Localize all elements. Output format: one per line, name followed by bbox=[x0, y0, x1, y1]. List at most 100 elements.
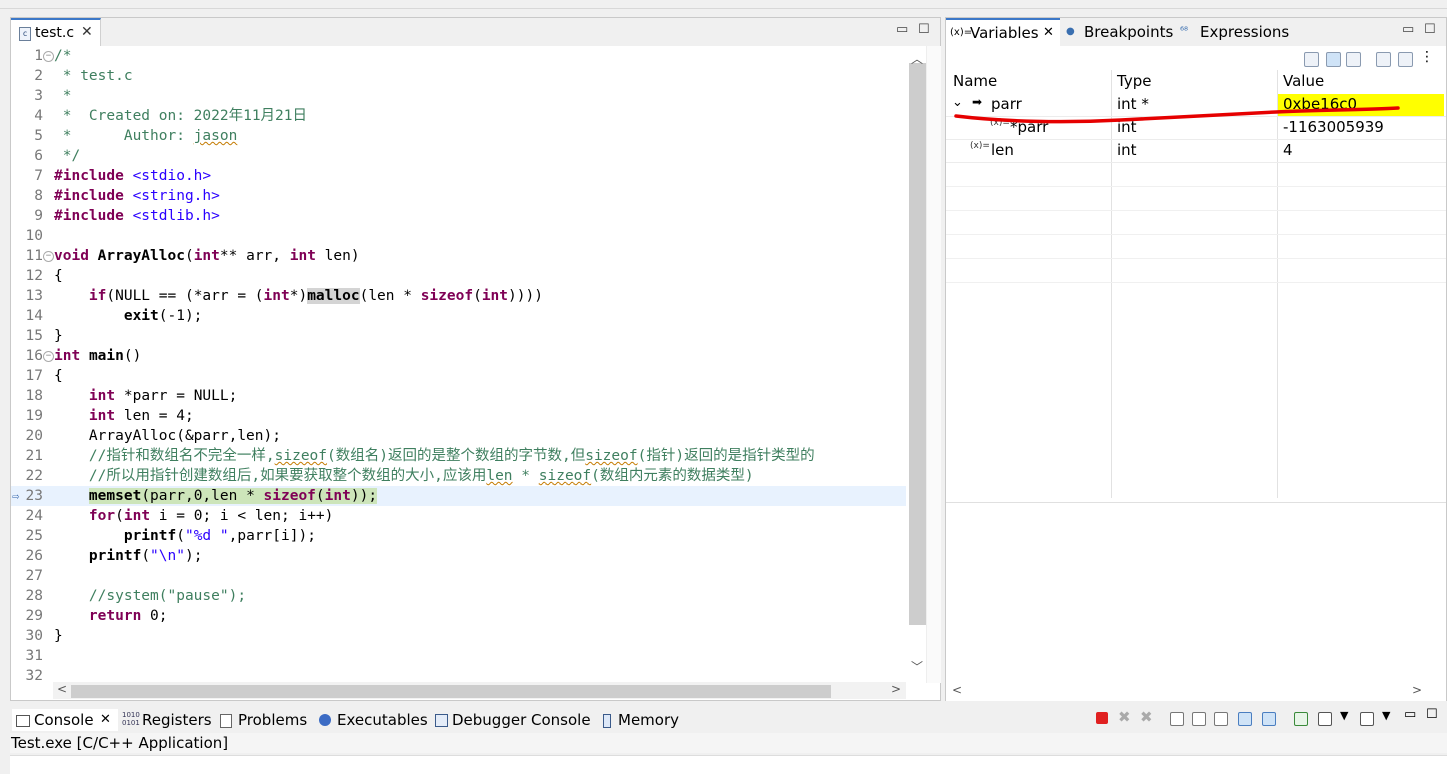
code-line[interactable]: 22 //所以用指针创建数组后,如果要获取整个数组的大小,应该用len * si… bbox=[11, 466, 906, 486]
scroll-up-icon[interactable]: ︿ bbox=[911, 50, 923, 67]
fold-toggle-icon[interactable]: − bbox=[43, 51, 54, 62]
scroll-left-icon[interactable]: < bbox=[57, 682, 67, 696]
code-line[interactable]: 12 { bbox=[11, 266, 906, 286]
clear-console-icon[interactable] bbox=[1170, 712, 1184, 726]
debug-views-tab-bar: (x)= Variables ✕ ● Breakpoints ⁶⁸ Expres… bbox=[946, 18, 1446, 46]
code-line[interactable]: 18 int *parr = NULL; bbox=[11, 386, 906, 406]
code-line[interactable]: 27 bbox=[11, 566, 906, 586]
close-icon[interactable]: ✕ bbox=[100, 709, 111, 731]
maximize-icon[interactable]: ☐ bbox=[1424, 22, 1436, 37]
code-line[interactable]: 26 printf("\n"); bbox=[11, 546, 906, 566]
open-console-icon[interactable] bbox=[1360, 712, 1374, 726]
close-icon[interactable]: ✕ bbox=[1043, 20, 1054, 46]
code-line[interactable]: 30} bbox=[11, 626, 906, 646]
code-line[interactable]: 5 * Author: jason bbox=[11, 126, 906, 146]
code-line[interactable]: 14 exit(-1); bbox=[11, 306, 906, 326]
code-line[interactable]: 16− int main() bbox=[11, 346, 906, 366]
scroll-right-icon[interactable]: > bbox=[1412, 683, 1422, 697]
line-number: 20 bbox=[25, 428, 43, 444]
code-line[interactable]: 11− void ArrayAlloc(int** arr, int len) bbox=[11, 246, 906, 266]
code-text: #include <string.h> bbox=[54, 188, 220, 204]
view-menu-icon[interactable]: ⋮ bbox=[1420, 49, 1434, 65]
horizontal-scroll-thumb[interactable] bbox=[71, 685, 831, 698]
code-text: exit(-1); bbox=[123, 308, 203, 324]
code-line[interactable]: 32 bbox=[11, 666, 906, 683]
tab-executables[interactable]: Executables bbox=[318, 709, 428, 731]
code-line[interactable]: 23 ⇨ memset(parr,0,len * sizeof(int)); bbox=[11, 486, 906, 506]
code-line[interactable]: 24 for(int i = 0; i < len; i++) bbox=[11, 506, 906, 526]
maximize-icon[interactable]: ☐ bbox=[1426, 707, 1438, 722]
remove-all-icon[interactable]: ✖ bbox=[1140, 708, 1153, 726]
code-line[interactable]: 2 * test.c bbox=[11, 66, 906, 86]
overview-ruler bbox=[926, 46, 941, 683]
code-line[interactable]: 6 */ bbox=[11, 146, 906, 166]
code-line[interactable]: 28 //system("pause"); bbox=[11, 586, 906, 606]
console-process-label-bar: Test.exe [C/C++ Application] bbox=[10, 733, 1447, 753]
code-area[interactable]: 1−/* 2 * test.c 3 * 4 * Created on: 2022年11… bbox=[11, 46, 906, 683]
scroll-lock-icon[interactable] bbox=[1192, 712, 1206, 726]
fold-toggle-icon[interactable]: − bbox=[43, 351, 54, 362]
line-number: 17 bbox=[25, 368, 43, 384]
terminate-icon[interactable] bbox=[1096, 712, 1108, 724]
code-line[interactable]: 4 * Created on: 2022年11月21日 bbox=[11, 106, 906, 126]
layout-icon[interactable] bbox=[1346, 52, 1361, 67]
code-line[interactable]: 17 { bbox=[11, 366, 906, 386]
code-line[interactable]: 31 bbox=[11, 646, 906, 666]
pin-icon[interactable] bbox=[1398, 52, 1413, 67]
pin-console-icon[interactable] bbox=[1294, 712, 1308, 726]
tab-console-label: Console bbox=[34, 711, 94, 729]
code-line[interactable]: 29 return 0; bbox=[11, 606, 906, 626]
chevron-down-icon[interactable]: ▼ bbox=[1340, 709, 1348, 722]
code-line[interactable]: 7 #include <stdio.h> bbox=[11, 166, 906, 186]
show-type-names-icon[interactable] bbox=[1326, 52, 1341, 67]
tab-expressions[interactable]: ⁶⁸ Expressions bbox=[1180, 18, 1310, 46]
tab-test-c[interactable]: c test.c ✕ bbox=[11, 18, 101, 46]
minimize-icon[interactable]: ▭ bbox=[896, 22, 908, 37]
fold-toggle-icon[interactable]: − bbox=[43, 251, 54, 262]
tab-memory[interactable]: Memory bbox=[600, 709, 690, 731]
variable-value: 4 bbox=[1283, 141, 1293, 159]
chevron-down-icon[interactable]: ▼ bbox=[1382, 709, 1390, 722]
code-line[interactable]: 13 if(NULL == (*arr = (int*)malloc(len *… bbox=[11, 286, 906, 306]
detail-pane[interactable]: < > bbox=[946, 502, 1446, 701]
remove-launch-icon[interactable]: ✖ bbox=[1118, 708, 1131, 726]
vertical-scroll-thumb[interactable] bbox=[909, 63, 926, 625]
line-number: 2 bbox=[34, 68, 43, 84]
new-view-icon[interactable] bbox=[1376, 52, 1391, 67]
tab-registers[interactable]: 1010 0101 Registers bbox=[122, 709, 218, 731]
code-line[interactable]: 1−/* bbox=[11, 46, 906, 66]
scroll-down-icon[interactable]: ﹀ bbox=[911, 658, 923, 675]
code-line[interactable]: 20 ArrayAlloc(&parr,len); bbox=[11, 426, 906, 446]
code-line[interactable]: 25 printf("%d ",parr[i]); bbox=[11, 526, 906, 546]
code-text: */ bbox=[54, 148, 81, 164]
code-line[interactable]: 19 int len = 4; bbox=[11, 406, 906, 426]
show-on-output-icon[interactable] bbox=[1238, 712, 1252, 726]
code-line[interactable]: 15} bbox=[11, 326, 906, 346]
minimize-icon[interactable]: ▭ bbox=[1402, 22, 1414, 37]
variables-table: Name Type Value ⌄ ➡ parr int * 0xbe16c0 … bbox=[946, 70, 1446, 498]
word-wrap-icon[interactable] bbox=[1214, 712, 1228, 726]
close-icon[interactable]: ✕ bbox=[81, 24, 93, 40]
tab-debugger-console[interactable]: Debugger Console bbox=[434, 709, 594, 731]
tab-breakpoints[interactable]: ● Breakpoints bbox=[1064, 18, 1178, 46]
tab-problems[interactable]: Problems bbox=[218, 709, 314, 731]
display-console-icon[interactable] bbox=[1318, 712, 1332, 726]
code-line[interactable]: 8 #include <string.h> bbox=[11, 186, 906, 206]
scroll-left-icon[interactable]: < bbox=[952, 683, 962, 697]
code-line[interactable]: 21 //指针和数组名不完全一样,sizeof(数组名)返回的是整个数组的字节数… bbox=[11, 446, 906, 466]
console-output[interactable] bbox=[10, 755, 1447, 774]
show-on-error-icon[interactable] bbox=[1262, 712, 1276, 726]
collapse-all-icon[interactable] bbox=[1304, 52, 1319, 67]
problems-icon bbox=[220, 714, 232, 728]
tab-console[interactable]: Console ✕ bbox=[12, 709, 118, 731]
variables-toolbar: ⋮ bbox=[946, 46, 1446, 70]
code-line[interactable]: 9 #include <stdlib.h> bbox=[11, 206, 906, 226]
minimize-icon[interactable]: ▭ bbox=[1404, 707, 1416, 722]
code-line[interactable]: 3 * bbox=[11, 86, 906, 106]
scroll-right-icon[interactable]: > bbox=[891, 682, 901, 696]
code-line[interactable]: 10 bbox=[11, 226, 906, 246]
tab-variables[interactable]: (x)= Variables ✕ bbox=[946, 18, 1060, 46]
maximize-icon[interactable]: ☐ bbox=[918, 22, 930, 37]
code-text: //system("pause"); bbox=[88, 588, 247, 604]
variable-row-len[interactable]: (x)= len int 4 bbox=[946, 140, 1446, 163]
